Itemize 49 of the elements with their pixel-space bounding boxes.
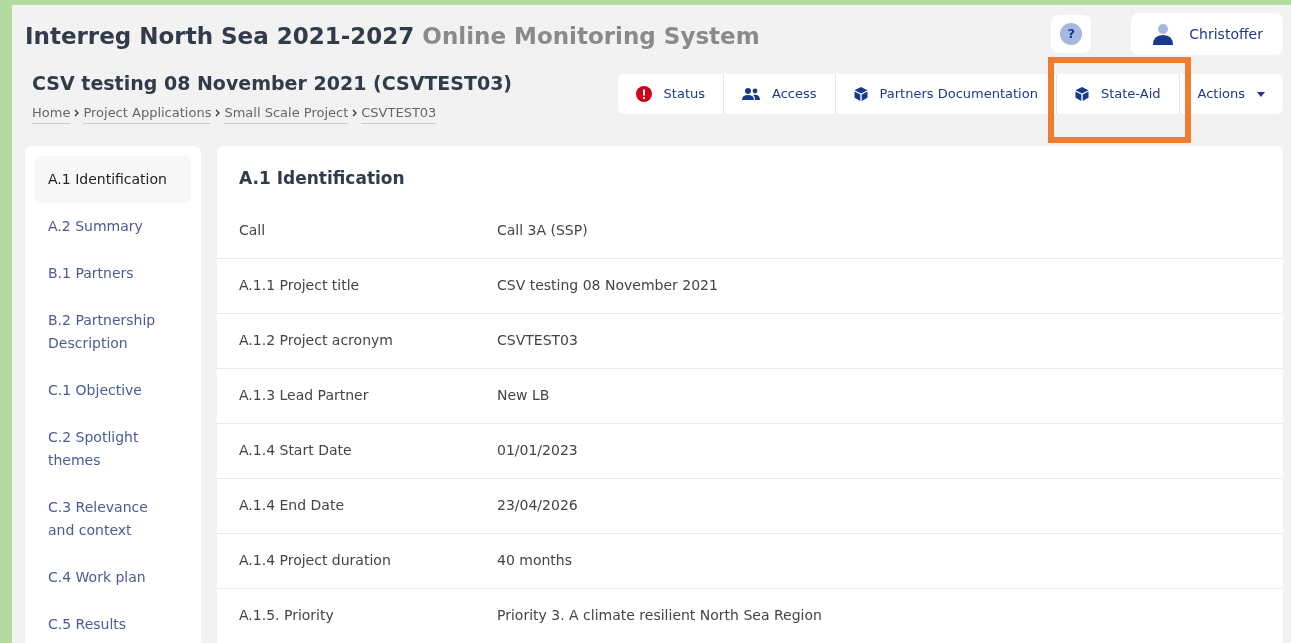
sidebar-item[interactable]: C.3 Relevance and context (35, 484, 191, 554)
sidebar-item[interactable]: C.1 Objective (35, 367, 191, 414)
alert-icon (635, 86, 652, 102)
toolbar-button[interactable]: Access (723, 74, 835, 114)
sidebar-item[interactable]: A.1 Identification (35, 156, 191, 203)
field-value: 40 months (497, 551, 572, 570)
field-label: A.1.4 Start Date (239, 441, 353, 460)
help-button[interactable]: ? (1051, 15, 1092, 53)
cube-icon (1074, 87, 1089, 101)
user-button[interactable]: Christoffer (1131, 13, 1283, 55)
sidebar-item[interactable]: C.2 Spotlight themes (35, 414, 191, 484)
actions-dropdown[interactable]: Actions (1178, 74, 1283, 114)
field-value: CSVTEST03 (497, 331, 578, 350)
field-value: 01/01/2023 (497, 441, 578, 460)
toolbar-button[interactable]: State-Aid (1055, 74, 1179, 114)
field-value: Priority 3. A climate resilient North Sea Region (497, 606, 822, 625)
field-label: A.1.1 Project title (239, 276, 361, 295)
chevron-icon (74, 109, 80, 118)
field-value: CSV testing 08 November 2021 (497, 276, 718, 295)
field-label: A.1.3 Lead Partner (239, 386, 370, 405)
cube-icon (853, 87, 868, 101)
sidebar-item[interactable]: C.4 Work plan (35, 554, 191, 601)
field-label: Call (239, 221, 267, 240)
breadcrumb-link[interactable]: Project Applications (83, 102, 212, 124)
chevron-icon (215, 109, 221, 118)
project-title: CSV testing 08 November 2021 (CSVTEST03) (32, 71, 513, 96)
field-value: 23/04/2026 (497, 496, 578, 515)
sidebar-item[interactable]: B.2 Partnership Description (35, 297, 191, 367)
field-value: Call 3A (SSP) (497, 221, 588, 240)
section-heading: A.1 Identification (238, 167, 406, 190)
caret-icon (1257, 91, 1265, 97)
sidebar-item[interactable]: B.1 Partners (35, 250, 191, 297)
breadcrumb-link[interactable]: Small Scale Project (224, 102, 349, 124)
chevron-icon (352, 109, 358, 118)
users-icon (742, 88, 761, 100)
field-label: A.1.4 Project duration (239, 551, 392, 570)
field-label: A.1.2 Project acronym (239, 331, 394, 350)
field-label: A.1.5. Priority (239, 606, 335, 625)
breadcrumb-link[interactable]: CSVTEST03 (361, 102, 437, 124)
sidebar-item[interactable]: C.5 Results (35, 601, 191, 643)
app-title: Interreg North Sea 2021-2027 (25, 23, 415, 49)
app-subtitle: Online Monitoring System (422, 23, 760, 49)
toolbar-button[interactable]: Partners Documentation (834, 74, 1056, 114)
field-label: A.1.4 End Date (239, 496, 345, 515)
toolbar-button[interactable]: Status (617, 74, 724, 114)
field-value: New LB (497, 386, 550, 405)
sidebar-item[interactable]: A.2 Summary (35, 203, 191, 250)
user-icon (1151, 23, 1176, 45)
breadcrumb-link[interactable]: Home (32, 102, 71, 124)
